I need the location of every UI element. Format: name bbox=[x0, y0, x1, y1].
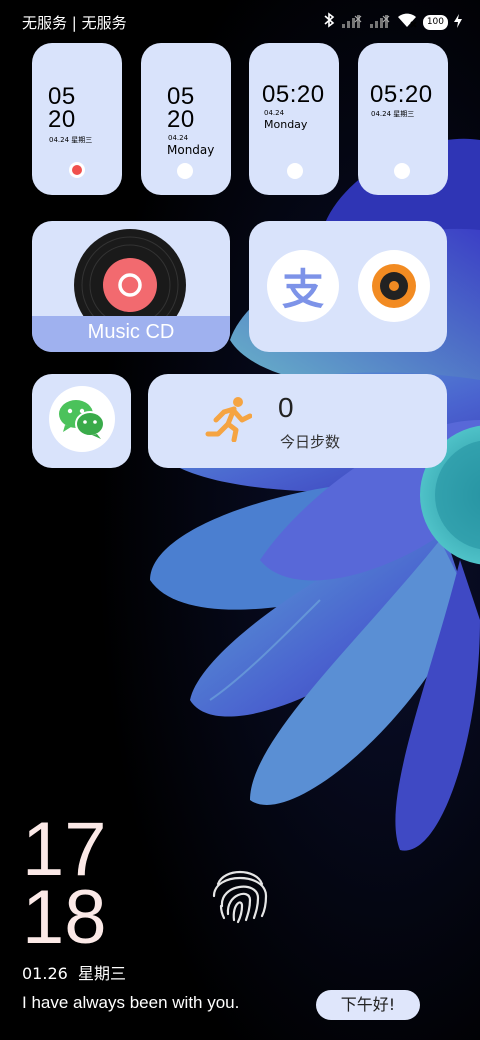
clock-widget[interactable]: 05 20 04.24 Monday bbox=[141, 43, 231, 195]
clock-widget[interactable]: 05:20 04.24 星期三 bbox=[358, 43, 448, 195]
lock-date: 01.26 星期三 bbox=[22, 964, 126, 983]
music-cd-label: Music CD bbox=[87, 321, 175, 343]
app-shortcuts-widget: 支 bbox=[249, 221, 447, 352]
clock-indicator-dot bbox=[69, 162, 85, 178]
clock-weekday: Monday bbox=[167, 143, 215, 157]
wechat-icon[interactable] bbox=[49, 386, 115, 452]
clock-date: 04.24 bbox=[371, 110, 392, 118]
clock-date-line: 04.24 星期三 bbox=[49, 135, 92, 145]
clock-indicator-dot bbox=[177, 163, 193, 179]
lock-clock-minute: 18 bbox=[22, 875, 107, 960]
greeting-badge[interactable]: 下午好! bbox=[316, 990, 420, 1020]
lock-message: I have always been with you. bbox=[22, 993, 240, 1012]
clock-weekday: Monday bbox=[264, 118, 308, 131]
signal-icon bbox=[341, 13, 363, 32]
music-cd-widget[interactable]: Music CD bbox=[32, 221, 230, 352]
status-icons: 100 bbox=[323, 12, 462, 32]
clock-time: 05:20 bbox=[262, 81, 325, 108]
alipay-icon[interactable]: 支 bbox=[267, 250, 339, 322]
fingerprint-icon[interactable] bbox=[206, 858, 274, 926]
clock-time: 05:20 bbox=[370, 81, 433, 108]
clock-date: 04.24 bbox=[168, 134, 189, 142]
clock-indicator-dot bbox=[394, 163, 410, 179]
carrier-label: 无服务 | 无服务 bbox=[22, 14, 127, 32]
clock-widget[interactable]: 05:20 04.24 Monday bbox=[249, 43, 339, 195]
running-person-icon bbox=[205, 397, 252, 442]
clock-date: 04.24 bbox=[264, 109, 285, 117]
status-bar: 无服务 | 无服务 100 bbox=[0, 0, 480, 42]
music-app-icon[interactable] bbox=[358, 250, 430, 322]
clock-date: 04.24 bbox=[49, 136, 70, 144]
clock-widget[interactable]: 05 20 04.24 星期三 bbox=[32, 43, 122, 195]
battery-level: 100 bbox=[422, 14, 448, 30]
steps-widget[interactable]: 0 今日步数 bbox=[148, 374, 447, 468]
wechat-widget bbox=[32, 374, 131, 468]
clock-date-line: 04.24 星期三 bbox=[371, 109, 414, 119]
clock-indicator-dot bbox=[287, 163, 303, 179]
bluetooth-icon bbox=[323, 12, 335, 32]
wifi-icon bbox=[397, 13, 417, 32]
clock-minute: 20 bbox=[167, 106, 195, 133]
signal-icon bbox=[369, 13, 391, 32]
clock-weekday: 星期三 bbox=[71, 136, 93, 144]
battery-icon: 100 bbox=[422, 14, 448, 30]
alipay-glyph: 支 bbox=[281, 264, 324, 314]
step-label: 今日步数 bbox=[280, 433, 341, 451]
step-count: 0 bbox=[278, 392, 294, 423]
clock-minute: 20 bbox=[48, 106, 76, 133]
charging-icon bbox=[454, 13, 462, 32]
clock-weekday: 星期三 bbox=[393, 110, 415, 118]
